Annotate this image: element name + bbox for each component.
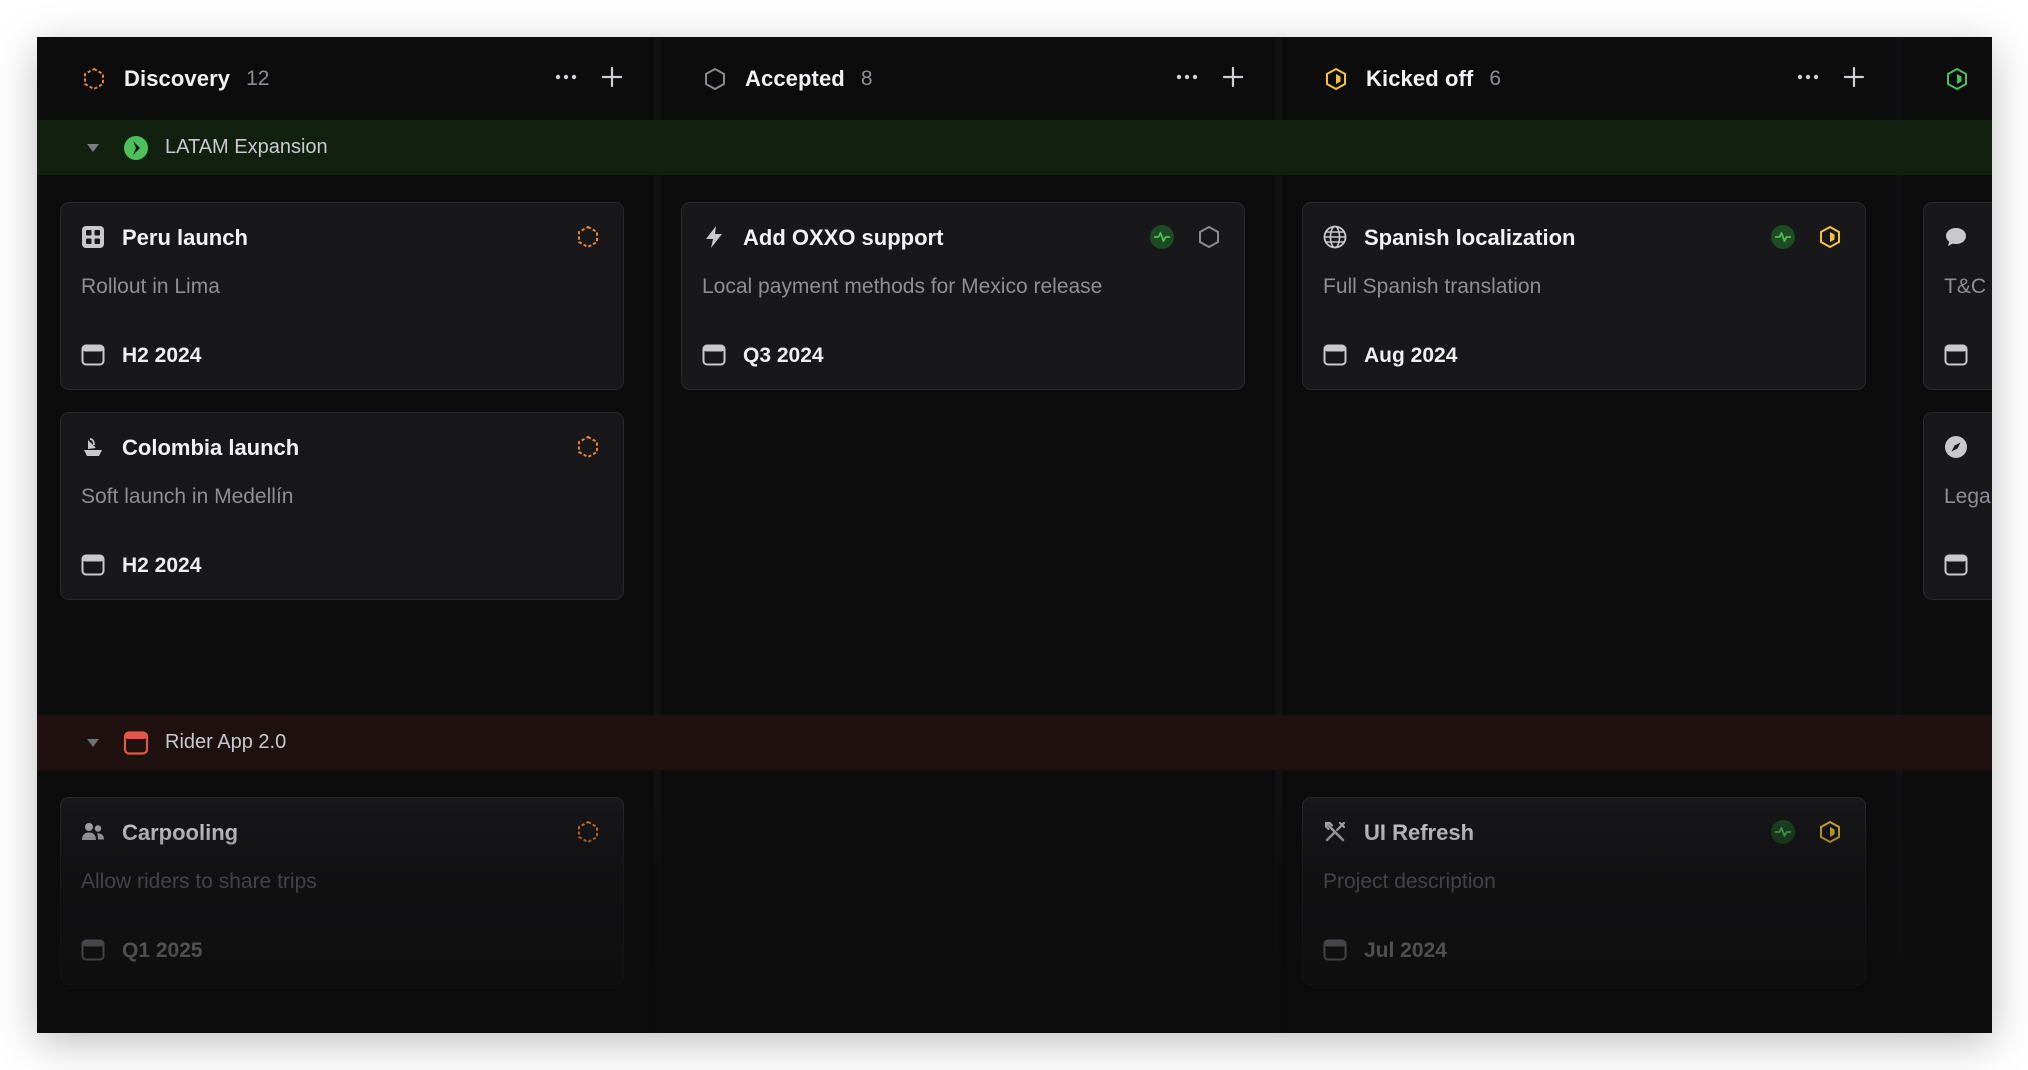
group-row-rider-app[interactable]: Rider App 2.0 [37,715,1992,770]
card-spanish-localization[interactable]: Spanish localization Full Spanish transl… [1302,202,1866,390]
card-colombia-launch[interactable]: Colombia launch Soft launch in Medellín … [60,412,624,600]
card-title: UI Refresh [1364,820,1475,845]
column-header-in-progress [1945,37,1987,120]
collapse-caret-icon[interactable] [85,140,101,156]
column-header-accepted: Accepted 8 [703,37,873,120]
card-title: Carpooling [122,820,239,845]
column-title: Kicked off [1366,65,1474,91]
card-date: Q3 2024 [743,344,824,367]
column-count: 8 [860,66,873,90]
group-name: Rider App 2.0 [165,731,287,753]
column-header-kicked-off: Kicked off 6 [1324,37,1501,120]
globe-icon [1323,225,1347,249]
calendar-badge-icon [123,730,149,756]
column-divider [1896,37,1903,1033]
calendar-icon [1944,553,1968,577]
hexagon-half-icon [1818,820,1842,844]
card-title: Colombia launch [122,435,300,460]
card-date: H2 2024 [122,554,202,577]
hexagon-progress-icon [1945,67,1969,91]
ship-icon [81,435,105,459]
hexagon-dashed-icon [576,225,600,249]
column-divider [1275,37,1282,1033]
hexagon-half-icon [1818,225,1842,249]
hexagon-outline-icon [1197,225,1221,249]
card-date: Q1 2025 [122,939,203,962]
calendar-icon [81,553,105,577]
card-description: T&C [1944,275,1986,298]
column-divider [654,37,661,1033]
card-date: Aug 2024 [1364,344,1458,367]
lightning-icon [702,225,726,249]
card-title: Peru launch [122,225,248,250]
card-ui-refresh[interactable]: UI Refresh Project description Jul 2024 [1302,797,1866,985]
card-date: H2 2024 [122,344,202,367]
chat-bubble-icon [1944,225,1968,249]
calendar-icon [1323,938,1347,962]
health-on-track-icon [1771,820,1795,844]
column-actions [1175,65,1245,89]
card-title: Spanish localization [1364,225,1576,250]
add-card-icon[interactable] [1221,65,1245,89]
more-options-icon[interactable] [1796,65,1820,89]
arrow-badge-icon [123,135,149,161]
compass-icon [1944,435,1968,459]
card-terms-partial[interactable]: T&C [1923,202,1992,390]
grid-icon [81,225,105,249]
hexagon-dashed-icon [576,820,600,844]
hexagon-dashed-icon [82,67,106,91]
hexagon-half-icon [1324,67,1348,91]
calendar-icon [702,343,726,367]
group-row-latam-expansion[interactable]: LATAM Expansion [37,120,1992,175]
column-actions [554,65,624,89]
calendar-icon [1323,343,1347,367]
add-card-icon[interactable] [600,65,624,89]
more-options-icon[interactable] [1175,65,1199,89]
calendar-icon [81,938,105,962]
group-name: LATAM Expansion [165,136,328,158]
card-description: Lega [1944,485,1991,508]
hexagon-dashed-icon [576,435,600,459]
column-title: Accepted [745,65,845,91]
card-description: Rollout in Lima [81,275,220,298]
card-legal-partial[interactable]: Lega [1923,412,1992,600]
card-description: Allow riders to share trips [81,870,317,893]
card-peru-launch[interactable]: Peru launch Rollout in Lima H2 2024 [60,202,624,390]
calendar-icon [81,343,105,367]
add-card-icon[interactable] [1842,65,1866,89]
column-header-discovery: Discovery 12 [82,37,269,120]
users-icon [81,820,105,844]
card-date: Jul 2024 [1364,939,1447,962]
hexagon-outline-icon [703,67,727,91]
column-count: 6 [1489,66,1502,90]
card-description: Full Spanish translation [1323,275,1542,298]
column-count: 12 [246,66,270,90]
health-on-track-icon [1150,225,1174,249]
card-add-oxxo-support[interactable]: Add OXXO support Local payment methods f… [681,202,1245,390]
more-options-icon[interactable] [554,65,578,89]
collapse-caret-icon[interactable] [85,735,101,751]
calendar-icon [1944,343,1968,367]
board-window: Discovery 12 Accepted 8 Kicked off 6 LAT… [37,37,1992,1033]
card-description: Project description [1323,870,1496,893]
health-on-track-icon [1771,225,1795,249]
column-actions [1796,65,1866,89]
column-title: Discovery [124,65,231,91]
card-title: Add OXXO support [743,225,944,250]
tools-icon [1323,820,1347,844]
card-description: Local payment methods for Mexico release [702,275,1103,298]
card-carpooling[interactable]: Carpooling Allow riders to share trips Q… [60,797,624,985]
card-description: Soft launch in Medellín [81,485,294,508]
